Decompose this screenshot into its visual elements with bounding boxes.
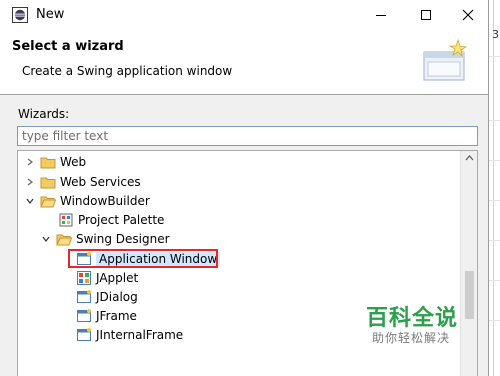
- filter-input[interactable]: [17, 126, 478, 146]
- tree-item-web-services[interactable]: Web Services: [24, 172, 141, 191]
- tree-item-swing-designer[interactable]: Swing Designer: [40, 229, 170, 248]
- maximize-button[interactable]: [403, 0, 448, 30]
- background-row-line: [489, 320, 500, 321]
- header-title: Select a wizard: [12, 39, 124, 54]
- tree-item-label: JInternalFrame: [96, 327, 184, 342]
- chevron-up-icon: [465, 155, 474, 161]
- palette-icon: [59, 213, 73, 226]
- scroll-up-button[interactable]: [461, 154, 477, 168]
- applet-icon: [77, 270, 91, 285]
- folder-open-icon: [40, 196, 56, 207]
- folder-icon: [40, 157, 56, 168]
- tree-item-label: Swing Designer: [76, 231, 170, 246]
- wizards-label: Wizards:: [18, 107, 70, 121]
- background-row-line: [489, 200, 500, 201]
- background-row-line: [489, 240, 500, 241]
- background-content: 3": [489, 0, 500, 376]
- tree-item-label: JDialog: [96, 289, 138, 304]
- background-text: 3": [492, 28, 500, 41]
- close-button[interactable]: [448, 0, 488, 30]
- tree-item-label: Web: [60, 154, 87, 169]
- tree-item-jinternalframe[interactable]: JInternalFrame: [76, 325, 183, 344]
- header-separator: [0, 94, 488, 95]
- minimize-button[interactable]: [358, 0, 403, 30]
- watermark-logo: 百科全说 助你轻松解决: [352, 300, 464, 348]
- close-icon: [462, 9, 474, 21]
- background-row-line: [489, 280, 500, 281]
- background-row-line: [489, 56, 500, 57]
- window-icon: [77, 308, 91, 322]
- title-bar[interactable]: New: [0, 0, 488, 30]
- tree-item-web[interactable]: Web: [24, 152, 86, 171]
- tree-item-label: Web Services: [60, 174, 141, 189]
- folder-icon: [40, 177, 56, 188]
- background-row-line: [489, 160, 500, 161]
- window-icon: [77, 327, 91, 341]
- window-title: New: [36, 7, 65, 22]
- tree-item-japplet[interactable]: JApplet: [76, 268, 138, 287]
- watermark-subtitle: 助你轻松解决: [372, 331, 451, 345]
- new-wizard-dialog: New Select a wizard Create a Swing appli…: [0, 0, 489, 376]
- tree-item-jdialog[interactable]: JDialog: [76, 287, 138, 306]
- eclipse-app-icon: [12, 7, 28, 23]
- watermark-title: 百科全说: [366, 306, 459, 331]
- tree-item-project-palette[interactable]: Project Palette: [58, 210, 164, 229]
- header-subtitle: Create a Swing application window: [22, 64, 233, 78]
- minimize-icon: [375, 15, 386, 16]
- maximize-icon: [420, 10, 431, 20]
- background-row-line: [489, 120, 500, 121]
- chevron-right-icon[interactable]: [24, 156, 36, 168]
- wizard-banner-icon: [423, 38, 468, 81]
- tree-item-label: WindowBuilder: [60, 193, 150, 208]
- tree-item-label: JFrame: [96, 308, 137, 323]
- wizard-header: Select a wizard Create a Swing applicati…: [0, 30, 488, 95]
- folder-open-icon: [56, 234, 72, 245]
- tree-item-label: Project Palette: [78, 212, 165, 227]
- chevron-right-icon[interactable]: [24, 176, 36, 188]
- tree-item-label: JApplet: [96, 270, 139, 285]
- chevron-down-icon[interactable]: [24, 195, 36, 207]
- tree-item-windowbuilder[interactable]: WindowBuilder: [24, 191, 150, 210]
- window-icon: [77, 289, 91, 303]
- selection-highlight-box: [68, 249, 218, 268]
- chevron-down-icon[interactable]: [40, 233, 52, 245]
- tree-item-jframe[interactable]: JFrame: [76, 306, 137, 325]
- scroll-thumb[interactable]: [465, 271, 474, 319]
